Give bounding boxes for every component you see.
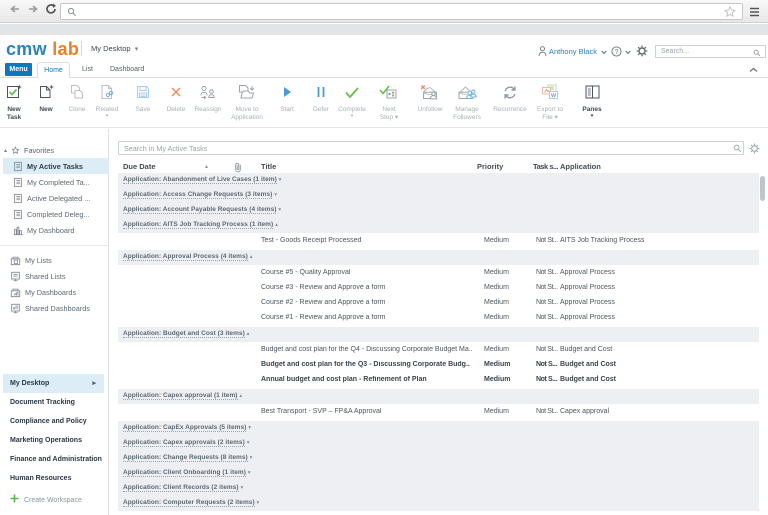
svg-text:?: ? — [615, 49, 619, 56]
svg-text:w: w — [550, 92, 557, 99]
